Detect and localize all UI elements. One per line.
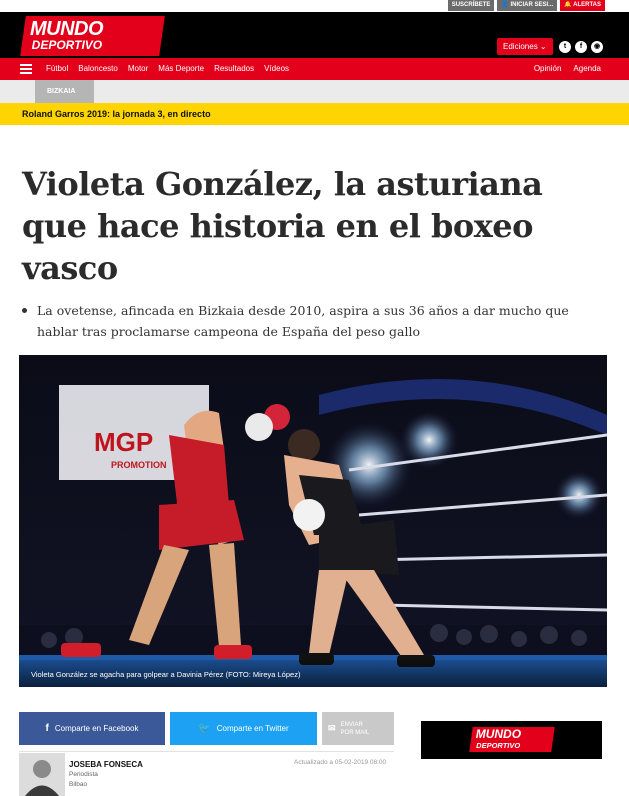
share-facebook-label: Comparte en Facebook bbox=[54, 724, 139, 733]
share-mail-button[interactable]: ✉ ENVIAR POR MAIL bbox=[322, 712, 394, 745]
updated-timestamp: Actualizado a 05-02-2019 08:00 bbox=[294, 759, 387, 766]
nav-item-videos[interactable]: Vídeos bbox=[264, 58, 289, 80]
sidebar-ad-logo[interactable]: MUNDO DEPORTIVO bbox=[421, 721, 602, 759]
article-photo[interactable]: MGP PROMOTION Violeta González se agacha… bbox=[19, 355, 607, 687]
sidebar-logo-top: MUNDO bbox=[475, 727, 522, 741]
facebook-icon: f bbox=[45, 723, 49, 734]
share-bar: f Comparte en Facebook 🐦 Comparte en Twi… bbox=[19, 712, 394, 745]
rss-icon[interactable]: ◉ bbox=[591, 41, 603, 53]
share-twitter-button[interactable]: 🐦 Comparte en Twitter bbox=[170, 712, 317, 745]
nav-item-opinion[interactable]: Opinión bbox=[534, 58, 562, 80]
alerts-label: ALERTAS bbox=[573, 2, 601, 8]
subscribe-button[interactable]: SUSCRÍBETE bbox=[447, 0, 495, 11]
mail-icon: ✉ bbox=[328, 723, 336, 733]
author-role: Periodista bbox=[69, 771, 98, 778]
photo-caption: Violeta González se agacha para golpear … bbox=[19, 660, 607, 687]
main-nav: Fútbol Baloncesto Motor Más Deporte Resu… bbox=[0, 58, 629, 80]
hamburger-menu-icon[interactable] bbox=[20, 64, 32, 74]
bullet-icon bbox=[22, 308, 27, 313]
article-subtitle: La ovetense, afincada en Bizkaia desde 2… bbox=[22, 300, 597, 342]
nav-item-baloncesto[interactable]: Baloncesto bbox=[78, 58, 118, 80]
article-subtitle-text: La ovetense, afincada en Bizkaia desde 2… bbox=[37, 303, 569, 339]
login-label: INICIAR SESI... bbox=[510, 2, 554, 8]
article-title: Violeta González, la asturiana que hace … bbox=[22, 165, 543, 287]
sub-nav: BIZKAIA bbox=[0, 80, 629, 103]
twitter-icon: 🐦 bbox=[198, 723, 211, 734]
sidebar-logo: MUNDO DEPORTIVO bbox=[469, 727, 555, 752]
breaking-news-link[interactable]: Roland Garros 2019: la jornada 3, en dir… bbox=[22, 109, 211, 119]
logo-text-top: MUNDO bbox=[29, 18, 104, 40]
section-tab-bizkaia[interactable]: BIZKAIA bbox=[35, 80, 94, 103]
chevron-down-icon: ⌄ bbox=[539, 42, 547, 51]
nav-item-resultados[interactable]: Resultados bbox=[214, 58, 254, 80]
nav-item-agenda[interactable]: Agenda bbox=[573, 58, 601, 80]
banner-subtext: PROMOTION bbox=[111, 460, 167, 470]
top-utility-bar: SUSCRÍBETE 👤 INICIAR SESI... 🔔 ALERTAS bbox=[0, 0, 629, 12]
logo-text-bottom: DEPORTIVO bbox=[31, 38, 103, 52]
user-icon: 👤 bbox=[501, 2, 511, 8]
author-name[interactable]: JOSEBA FONSECA bbox=[69, 759, 143, 770]
alerts-button[interactable]: 🔔 ALERTAS bbox=[560, 0, 605, 11]
author-info: JOSEBA FONSECA Periodista Bilbao bbox=[69, 759, 143, 790]
breaking-news-bar[interactable]: Roland Garros 2019: la jornada 3, en dir… bbox=[0, 103, 629, 125]
share-twitter-label: Comparte en Twitter bbox=[216, 724, 289, 733]
sidebar-logo-bottom: DEPORTIVO bbox=[476, 741, 521, 750]
author-city: Bilbao bbox=[69, 781, 88, 788]
nav-item-mas-deporte[interactable]: Más Deporte bbox=[158, 58, 204, 80]
author-photo-icon bbox=[19, 753, 65, 796]
bell-icon: 🔔 bbox=[564, 2, 574, 8]
share-facebook-button[interactable]: f Comparte en Facebook bbox=[19, 712, 165, 745]
author-avatar[interactable] bbox=[19, 753, 65, 796]
facebook-icon[interactable]: f bbox=[575, 41, 587, 53]
share-mail-label: ENVIAR POR MAIL bbox=[340, 721, 370, 736]
divider bbox=[19, 751, 394, 752]
nav-item-futbol[interactable]: Fútbol bbox=[46, 58, 68, 80]
login-button[interactable]: 👤 INICIAR SESI... bbox=[497, 0, 558, 11]
editions-label: Ediciones bbox=[503, 42, 538, 51]
masthead: MUNDO DEPORTIVO Ediciones ⌄ t f ◉ bbox=[0, 12, 629, 58]
nav-item-motor[interactable]: Motor bbox=[128, 58, 148, 80]
boxing-photo-illustration: MGP PROMOTION bbox=[19, 355, 607, 687]
twitter-icon[interactable]: t bbox=[559, 41, 571, 53]
banner-text: MGP bbox=[94, 427, 153, 457]
site-logo[interactable]: MUNDO DEPORTIVO bbox=[20, 16, 165, 56]
editions-dropdown[interactable]: Ediciones ⌄ bbox=[497, 38, 553, 55]
